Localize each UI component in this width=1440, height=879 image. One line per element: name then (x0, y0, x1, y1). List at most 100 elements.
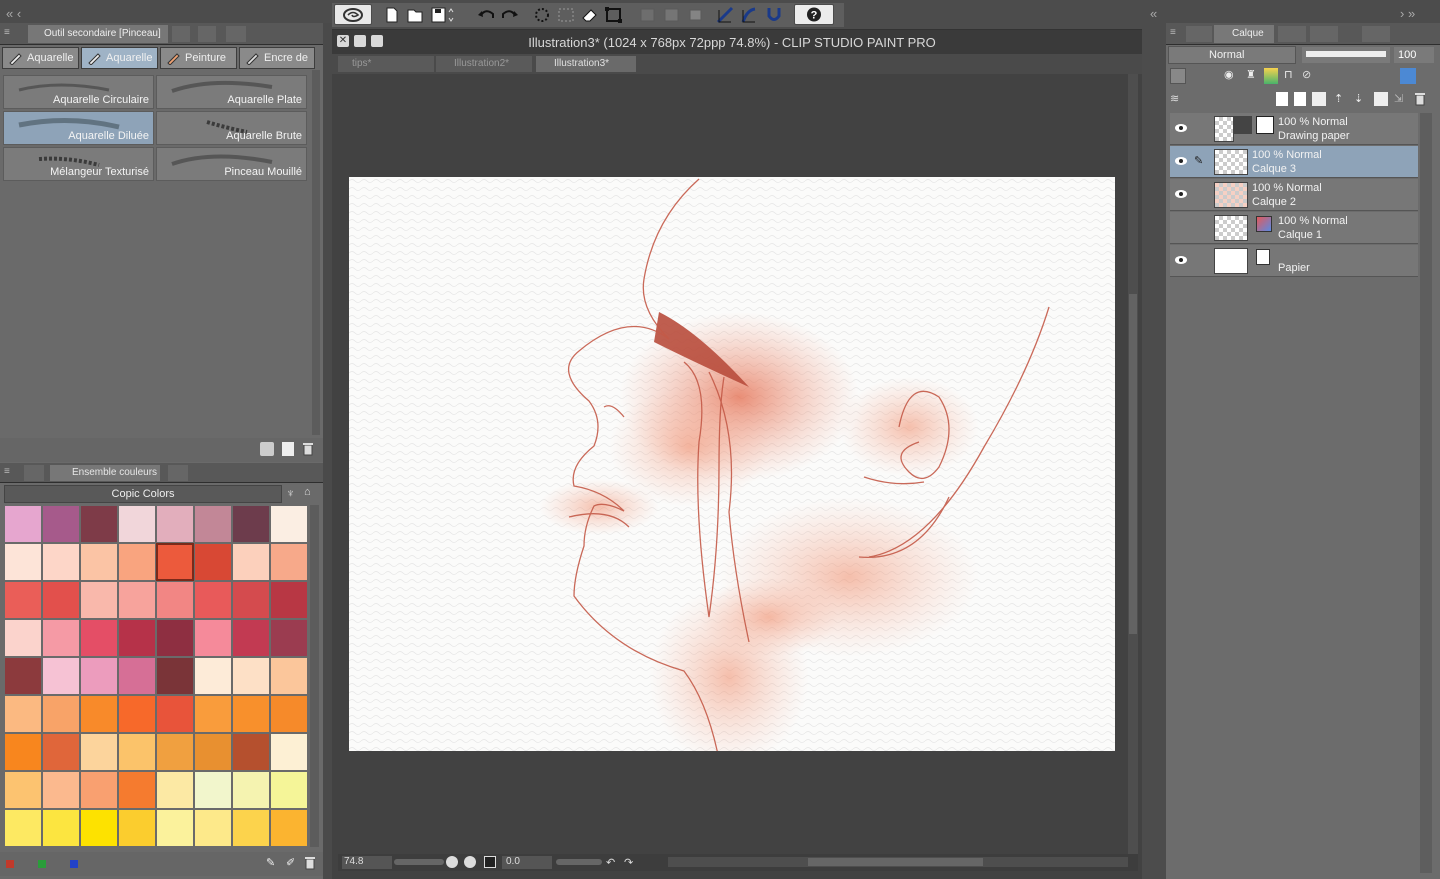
color-swatch[interactable] (42, 733, 80, 771)
color-swatch[interactable] (80, 657, 118, 695)
right-divider[interactable] (1142, 23, 1166, 879)
zoom-out-icon[interactable] (446, 856, 458, 868)
color-swatch[interactable] (156, 505, 194, 543)
close-icon[interactable]: ✕ (337, 35, 349, 47)
doc-tab-illustration2[interactable]: Illustration2* (436, 56, 532, 72)
color-swatch[interactable] (118, 771, 156, 809)
color-swatch[interactable] (118, 657, 156, 695)
color-swatch[interactable] (4, 581, 42, 619)
layer-row-calque-1[interactable]: 100 % Normal Calque 1 (1170, 212, 1418, 244)
color-swatch[interactable] (270, 543, 308, 581)
panel-menu-icon[interactable]: ≡ (1170, 27, 1184, 41)
palette-icon[interactable]: ≡ (4, 466, 18, 480)
color-swatch[interactable] (118, 619, 156, 657)
recent-color-chip[interactable] (38, 860, 46, 868)
expression-color-icon[interactable] (1170, 68, 1186, 84)
rotate-left-icon[interactable]: ↶ (606, 856, 618, 869)
color-swatch[interactable] (80, 733, 118, 771)
select-all-icon[interactable] (556, 6, 576, 24)
color-swatch[interactable] (270, 505, 308, 543)
add-color-icon[interactable]: ✎ (266, 856, 280, 870)
open-file-icon[interactable] (406, 6, 424, 24)
trash-icon[interactable] (304, 856, 316, 870)
canvas-hscroll-thumb[interactable] (808, 858, 983, 866)
color-swatch[interactable] (270, 695, 308, 733)
doc-tab-illustration3[interactable]: Illustration3* (536, 56, 636, 72)
brush-melangeur-texturise[interactable]: Mélangeur Texturisé (3, 147, 154, 181)
swatch-scrollbar[interactable] (310, 505, 319, 847)
new-raster-layer-icon[interactable] (1276, 92, 1288, 106)
lock-transparent-icon[interactable]: ⊘ (1302, 68, 1318, 84)
eraser-icon[interactable] (580, 6, 600, 24)
navigator-tab[interactable] (1278, 26, 1306, 42)
search-tab[interactable] (1362, 26, 1390, 42)
color-swatch[interactable] (80, 581, 118, 619)
brush-pinceau-mouille[interactable]: Pinceau Mouillé (156, 147, 307, 181)
color-settings-icon[interactable]: ♆ (286, 486, 300, 502)
color-swatch[interactable] (194, 581, 232, 619)
recent-color-chip[interactable] (6, 860, 14, 868)
palette-color-icon[interactable] (1264, 68, 1278, 84)
tab-encre[interactable]: Encre de (239, 47, 315, 69)
blend-mode-select[interactable]: Normal (1168, 46, 1296, 64)
layer-row-drawing-paper[interactable]: 100 % Normal Drawing paper (1170, 113, 1418, 145)
reference-icon[interactable]: ♜ (1246, 68, 1260, 84)
magnet-icon[interactable] (764, 6, 784, 24)
canvas-vscroll-thumb[interactable] (1129, 294, 1137, 634)
clip-icon[interactable]: ◉ (1224, 68, 1240, 84)
color-set-tab[interactable]: Ensemble couleurs (50, 465, 160, 481)
rotation-slider[interactable] (556, 859, 602, 865)
drawing-canvas[interactable] (349, 177, 1115, 751)
brush-aquarelle-circulaire[interactable]: Aquarelle Circulaire (3, 75, 154, 109)
layer-property-tab[interactable] (1186, 26, 1212, 42)
collapse-left-icon[interactable]: « ‹ (6, 6, 34, 22)
color-swatch[interactable] (118, 543, 156, 581)
color-set-select[interactable]: Copic Colors (4, 485, 282, 503)
eyedropper-icon[interactable]: ✐ (286, 856, 300, 870)
zoom-value[interactable]: 74.8 (342, 856, 392, 869)
trash-icon[interactable] (302, 442, 314, 456)
eye-icon[interactable] (1174, 123, 1188, 133)
color-history-tab[interactable] (168, 465, 188, 481)
recent-color-chip[interactable] (70, 860, 78, 868)
layer-row-calque-2[interactable]: 100 % Normal Calque 2 (1170, 179, 1418, 211)
layers-tab[interactable]: Calque (1214, 25, 1274, 43)
fit-icon[interactable] (484, 856, 496, 868)
color-swatch[interactable] (42, 505, 80, 543)
rotate-right-icon[interactable]: ↷ (624, 856, 636, 869)
color-swatch[interactable] (42, 581, 80, 619)
mask-layer-icon[interactable] (1374, 92, 1388, 106)
help-icon[interactable]: ? (794, 4, 834, 25)
color-swatch[interactable] (194, 619, 232, 657)
trash-icon[interactable] (1414, 92, 1426, 106)
color-swatch[interactable] (118, 809, 156, 847)
color-swatch[interactable] (232, 695, 270, 733)
color-swatch[interactable] (4, 771, 42, 809)
color-swatch[interactable] (194, 695, 232, 733)
merge-icon[interactable]: ⇲ (1394, 92, 1408, 106)
tab-aquarelle-2[interactable]: Aquarelle (81, 47, 158, 69)
color-swatch[interactable] (156, 543, 194, 581)
fill-icon[interactable] (638, 6, 658, 24)
opacity-slider[interactable] (1302, 47, 1390, 63)
history-tab[interactable] (1310, 26, 1338, 42)
clear-icon[interactable] (662, 6, 682, 24)
color-swatch[interactable] (118, 581, 156, 619)
color-swatch[interactable] (42, 695, 80, 733)
transform-icon[interactable] (604, 6, 624, 24)
color-swatch[interactable] (270, 581, 308, 619)
color-swatch[interactable] (194, 733, 232, 771)
color-swatch[interactable] (156, 695, 194, 733)
color-swatch[interactable] (270, 657, 308, 695)
color-swatch[interactable] (4, 619, 42, 657)
save-icon[interactable] (430, 6, 454, 24)
selection-icon[interactable] (532, 6, 552, 24)
canvas-vscrollbar[interactable] (1128, 74, 1138, 854)
color-swatch[interactable] (156, 733, 194, 771)
color-swatch[interactable] (194, 657, 232, 695)
mask-icon[interactable] (1400, 68, 1416, 84)
layer-row-papier[interactable]: Papier (1170, 245, 1418, 277)
subtool-tab-icon[interactable] (172, 26, 190, 42)
layer-row-calque-3[interactable]: ✎ 100 % Normal Calque 3 (1170, 146, 1418, 178)
zoom-slider[interactable] (394, 859, 444, 865)
